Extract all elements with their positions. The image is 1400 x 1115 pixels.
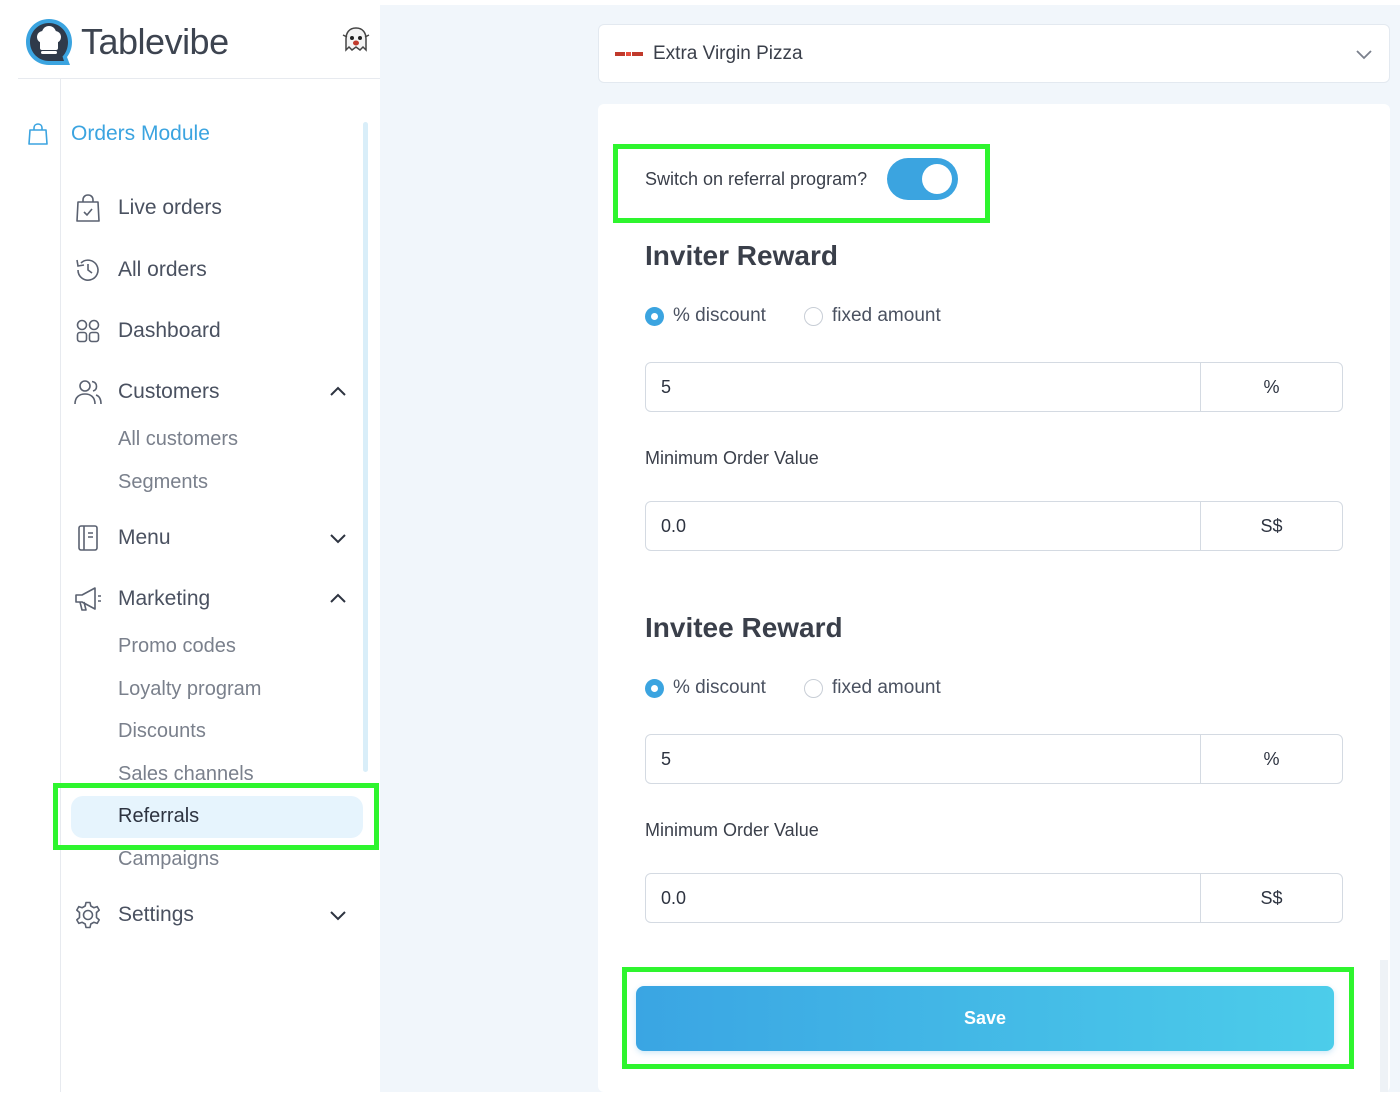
inviter-min-order-unit: S$ [1200,502,1342,550]
sidebar-item-label: Live orders [118,196,222,219]
inviter-fixed-label[interactable]: fixed amount [832,305,941,327]
highlight-save-button [622,967,1354,1069]
invitee-reward-type: % discount fixed amount [645,677,941,699]
sidebar-item-label: Dashboard [118,319,221,342]
megaphone-icon [73,584,103,614]
invitee-percent-radio[interactable] [645,678,664,698]
sidebar-subitem-all-customers[interactable]: All customers [118,428,238,451]
orders-module-label: Orders Module [71,122,210,145]
ghost-icon[interactable] [341,26,371,54]
chevron-down-icon[interactable] [327,904,349,926]
invitee-fixed-label[interactable]: fixed amount [832,677,941,699]
sidebar: Tablevibe Orders Module Live orders All … [15,0,380,1092]
inviter-amount-unit: % [1200,363,1342,411]
invitee-fixed-radio[interactable] [803,678,823,698]
inviter-amount-field[interactable]: 5 % [645,362,1343,412]
invitee-min-order-label: Minimum Order Value [645,820,819,840]
invitee-amount-value[interactable]: 5 [646,749,1200,770]
sidebar-subitem-discounts[interactable]: Discounts [118,720,206,743]
grid-icon [73,316,103,346]
restaurant-select[interactable]: Extra Virgin Pizza [598,24,1390,83]
shopping-bag-icon [28,123,48,145]
highlight-referrals-nav [53,783,379,850]
chef-hat-logo-icon [26,19,72,65]
sidebar-subitem-promo-codes[interactable]: Promo codes [118,635,236,658]
sidebar-item-label: Marketing [118,587,211,610]
gear-icon [73,900,103,930]
invitee-min-order-field[interactable]: 0.0 S$ [645,873,1343,923]
main-scrollbar[interactable] [1380,960,1388,1092]
sidebar-item-customers[interactable]: Customers [73,377,353,407]
sidebar-item-label: Settings [118,903,194,926]
chevron-down-icon [1356,50,1372,60]
restaurant-name: Extra Virgin Pizza [653,42,803,64]
inviter-fixed-radio[interactable] [803,306,823,326]
sidebar-item-settings[interactable]: Settings [73,900,353,930]
sidebar-item-label: Customers [118,380,220,403]
invitee-amount-unit: % [1200,735,1342,783]
users-icon [73,377,103,407]
brand-name: Tablevibe [81,21,229,62]
sidebar-divider [18,78,380,79]
sidebar-item-label: Menu [118,526,171,549]
invitee-amount-field[interactable]: 5 % [645,734,1343,784]
invitee-reward-title: Invitee Reward [645,612,843,643]
invitee-percent-label[interactable]: % discount [673,677,766,699]
sidebar-scrollbar[interactable] [363,122,368,772]
inviter-percent-label[interactable]: % discount [673,305,766,327]
invitee-min-order-unit: S$ [1200,874,1342,922]
sidebar-item-menu[interactable]: Menu [73,523,353,553]
sidebar-rail [60,79,61,1092]
bag-check-icon [73,193,103,223]
invitee-min-order-value[interactable]: 0.0 [646,888,1200,909]
chevron-down-icon[interactable] [327,527,349,549]
inviter-min-order-label: Minimum Order Value [645,448,819,468]
inviter-reward-title: Inviter Reward [645,240,838,271]
sidebar-item-all-orders[interactable]: All orders [73,255,353,285]
inviter-min-order-field[interactable]: 0.0 S$ [645,501,1343,551]
sidebar-item-live-orders[interactable]: Live orders [73,193,353,223]
inviter-amount-value[interactable]: 5 [646,377,1200,398]
sidebar-subitem-campaigns[interactable]: Campaigns [118,848,219,871]
inviter-min-order-value[interactable]: 0.0 [646,516,1200,537]
sidebar-item-dashboard[interactable]: Dashboard [73,316,353,346]
chevron-up-icon[interactable] [327,381,349,403]
restaurant-logo-icon [615,51,643,56]
sidebar-item-label: All orders [118,258,207,281]
chevron-up-icon[interactable] [327,588,349,610]
highlight-referral-toggle [613,144,990,223]
inviter-percent-radio[interactable] [645,306,664,326]
history-icon [73,255,103,285]
sidebar-subitem-segments[interactable]: Segments [118,471,208,494]
brand-logo[interactable]: Tablevibe [23,12,229,72]
sidebar-item-marketing[interactable]: Marketing [73,584,353,614]
menu-book-icon [73,523,103,553]
sidebar-subitem-loyalty-program[interactable]: Loyalty program [118,678,261,701]
inviter-reward-type: % discount fixed amount [645,305,941,327]
orders-module-header[interactable]: Orders Module [27,122,210,146]
